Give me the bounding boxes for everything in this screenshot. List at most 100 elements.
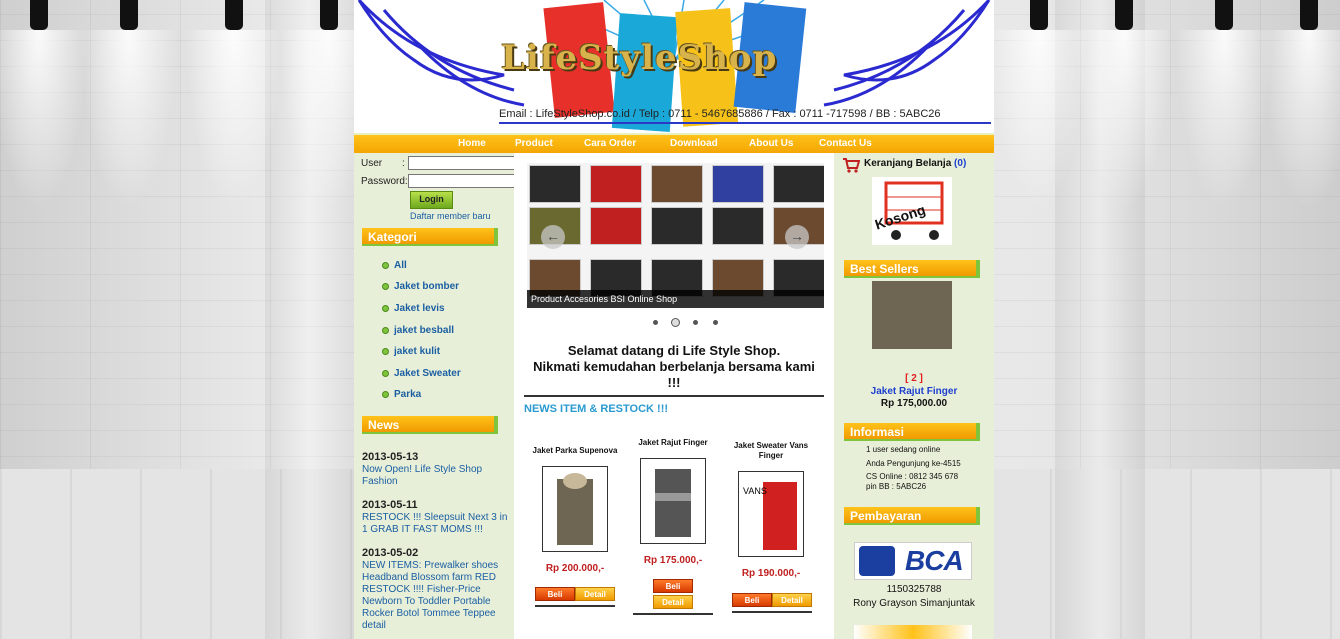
product-image[interactable]: VANS [738, 471, 804, 557]
slider-next-arrow-icon[interactable]: → [785, 225, 809, 249]
category-label: Parka [394, 389, 422, 400]
slider-thumb [529, 165, 581, 203]
spotlight [1260, 0, 1340, 210]
news-date: 2013-05-02 [362, 547, 419, 559]
nav-home[interactable]: Home [458, 138, 486, 149]
slider-dot[interactable] [653, 320, 658, 325]
welcome-message: Selamat datang di Life Style Shop. Nikma… [514, 343, 834, 391]
news-title: News [362, 416, 498, 434]
right-sidebar: Keranjang Belanja (0) Kosong Best Seller… [834, 153, 994, 639]
user-label: User [361, 158, 383, 169]
buy-button[interactable]: Beli [535, 587, 575, 601]
slider-prev-arrow-icon[interactable]: ← [541, 225, 565, 249]
product-name[interactable]: Jaket Rajut Finger [628, 438, 718, 448]
product-name[interactable]: Jaket Sweater Vans Finger [726, 441, 816, 461]
left-sidebar: User : Password: Login Daftar member bar… [354, 153, 516, 639]
best-seller-rank: [ 2 ] [905, 373, 923, 384]
product-image[interactable] [640, 458, 706, 544]
welcome-line: !!! [667, 375, 681, 390]
bca-logo: BCA [854, 542, 972, 580]
spotlight [280, 0, 378, 210]
product-price: Rp 200.000,- [545, 563, 605, 574]
info-online-users: 1 user sedang online [866, 445, 941, 454]
bca-emblem-icon [859, 546, 895, 576]
info-pin-bb: pin BB : 5ABC26 [866, 482, 927, 491]
info-visitor-count: Anda Pengunjung ke-4515 [866, 459, 961, 468]
contact-underline [499, 122, 991, 124]
spotlight [1175, 0, 1273, 210]
category-all[interactable]: All [382, 260, 407, 271]
news-link[interactable]: Now Open! Life Style Shop Fashion [362, 464, 512, 488]
cart-label: Keranjang Belanja [864, 158, 952, 169]
category-label: Jaket Sweater [394, 368, 461, 379]
bullet-icon [382, 283, 389, 290]
logo: LifeStyleShop [501, 38, 778, 78]
product-price: Rp 190.000,- [741, 568, 801, 579]
buy-button[interactable]: Beli [653, 579, 693, 593]
bullet-icon [382, 391, 389, 398]
category-jaket-bomber[interactable]: Jaket bomber [382, 281, 459, 292]
detail-button[interactable]: Detail [653, 595, 693, 609]
category-parka[interactable]: Parka [382, 389, 422, 400]
header-banner: LifeStyleShop Email : LifeStyleShop.co.i… [354, 0, 994, 133]
product-name[interactable]: Jaket Parka Supenova [530, 446, 620, 456]
category-label: Jaket levis [394, 303, 445, 314]
detail-button[interactable]: Detail [772, 593, 812, 607]
nav-about-us[interactable]: About Us [749, 138, 793, 149]
slider-dot[interactable] [693, 320, 698, 325]
nav-download[interactable]: Download [670, 138, 718, 149]
best-seller-price: Rp 175,000.00 [880, 398, 948, 409]
register-link[interactable]: Daftar member baru [410, 211, 491, 221]
user-input[interactable] [408, 156, 516, 170]
nav-product[interactable]: Product [515, 138, 553, 149]
slider-thumb [712, 165, 764, 203]
bullet-icon [382, 370, 389, 377]
parka-image [557, 473, 593, 545]
slider-thumb [651, 165, 703, 203]
pembayaran-title: Pembayaran [844, 507, 980, 525]
slider-dot-active[interactable] [671, 318, 680, 327]
divider [732, 611, 812, 613]
welcome-line: Selamat datang di Life Style Shop. [567, 343, 781, 358]
main-nav: Home Product Cara Order Download About U… [354, 133, 994, 155]
best-seller-name[interactable]: Jaket Rajut Finger [834, 386, 994, 397]
category-jaket-sweater[interactable]: Jaket Sweater [382, 368, 461, 379]
category-label: jaket besball [394, 325, 455, 336]
category-label: jaket kulit [394, 346, 441, 357]
category-jaket-besball[interactable]: jaket besball [382, 325, 455, 336]
product-image[interactable] [542, 466, 608, 552]
news-date: 2013-05-13 [362, 451, 419, 463]
product-price: Rp 175.000,- [643, 555, 703, 566]
best-seller-image[interactable] [872, 281, 952, 349]
nav-contact-us[interactable]: Contact Us [819, 138, 872, 149]
login-button[interactable]: Login [410, 191, 453, 209]
contact-info: Email : LifeStyleShop.co.id / Telp : 071… [499, 108, 941, 120]
cart-title[interactable]: Keranjang Belanja (0) [864, 158, 966, 169]
slider-dot[interactable] [713, 320, 718, 325]
product-slider[interactable]: ← → Product Accesories BSI Online Shop [527, 163, 824, 308]
spotlight [1075, 0, 1173, 210]
slider-thumb [712, 207, 764, 245]
bca-wordmark: BCA [905, 545, 964, 576]
second-bank-logo [854, 625, 972, 639]
sweater-image: VANS [743, 482, 797, 550]
informasi-title: Informasi [844, 423, 980, 441]
detail-button[interactable]: Detail [575, 587, 615, 601]
nav-cara-order[interactable]: Cara Order [584, 138, 636, 149]
news-item-heading: NEWS ITEM & RESTOCK !!! [524, 403, 669, 415]
spotlight [185, 0, 283, 210]
divider [535, 605, 615, 607]
account-name: Rony Grayson Simanjuntak [853, 598, 975, 609]
info-cs-online: CS Online : 0812 345 678 [866, 472, 959, 481]
divider [524, 395, 824, 397]
news-link[interactable]: RESTOCK !!! Sleepsuit Next 3 in 1 GRAB I… [362, 512, 512, 536]
welcome-line: Nikmati kemudahan berbelanja bersama kam… [533, 359, 815, 374]
category-jaket-kulit[interactable]: jaket kulit [382, 346, 441, 357]
main-content: ← → Product Accesories BSI Online Shop S… [514, 153, 834, 639]
category-jaket-levis[interactable]: Jaket levis [382, 303, 445, 314]
user-colon: : [402, 158, 405, 169]
slider-thumb [773, 165, 824, 203]
buy-button[interactable]: Beli [732, 593, 772, 607]
password-input[interactable] [408, 174, 516, 188]
news-link[interactable]: NEW ITEMS: Prewalker shoes Headband Blos… [362, 560, 512, 632]
